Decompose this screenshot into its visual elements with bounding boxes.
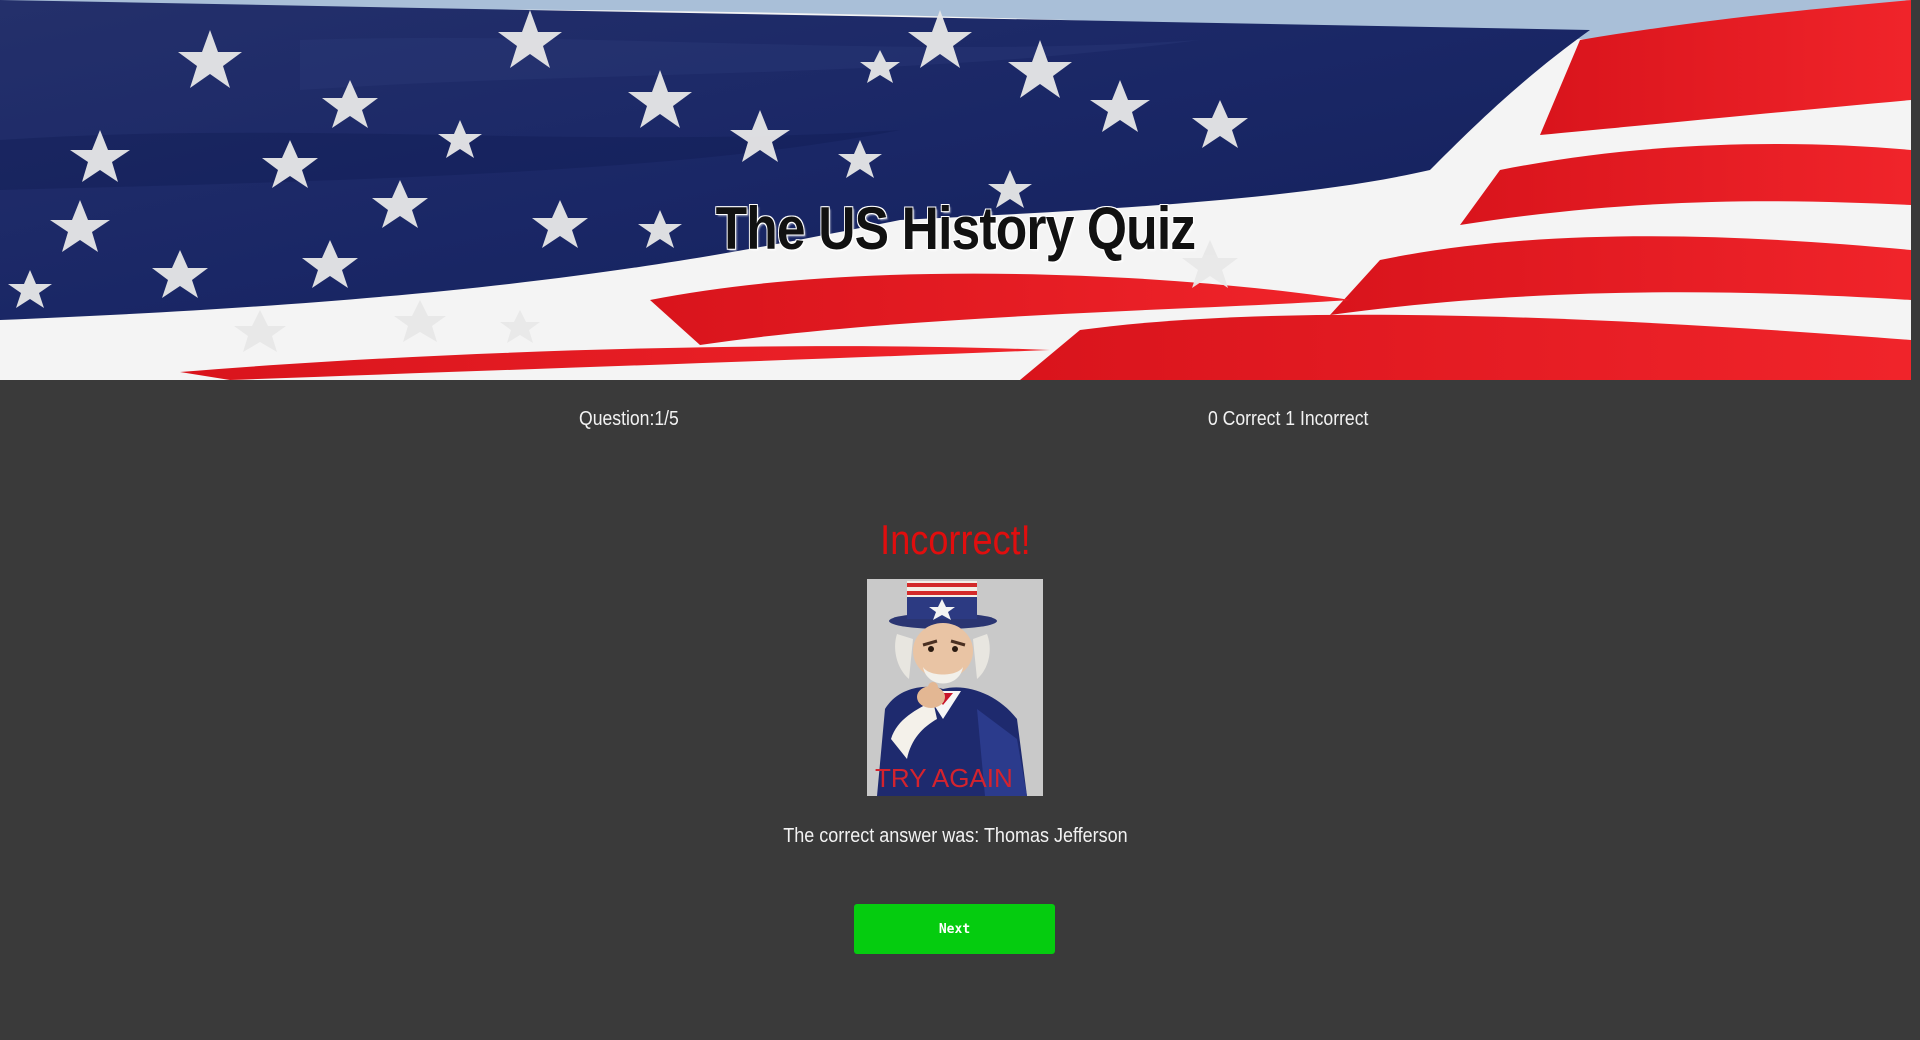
score-display: 0 Correct 1 Incorrect bbox=[1208, 408, 1369, 430]
correct-answer-text: The correct answer was: Thomas Jefferson bbox=[783, 825, 1128, 847]
try-again-caption: TRY AGAIN bbox=[875, 763, 1013, 793]
header-banner: The US History Quiz bbox=[0, 0, 1911, 380]
next-button[interactable]: Next bbox=[854, 904, 1055, 954]
question-counter: Question:1/5 bbox=[579, 408, 679, 430]
uncle-sam-illustration: TRY AGAIN bbox=[867, 579, 1043, 796]
american-flag-image bbox=[0, 0, 1911, 380]
page-title: The US History Quiz bbox=[715, 195, 1197, 262]
result-heading: Incorrect! bbox=[880, 516, 1031, 563]
quiz-page: The US History Quiz Question:1/5 0 Corre… bbox=[0, 0, 1920, 1040]
scrollbar[interactable] bbox=[1911, 0, 1920, 1040]
status-row: Question:1/5 0 Correct 1 Incorrect bbox=[0, 408, 1920, 434]
uncle-sam-image: TRY AGAIN bbox=[867, 579, 1043, 796]
